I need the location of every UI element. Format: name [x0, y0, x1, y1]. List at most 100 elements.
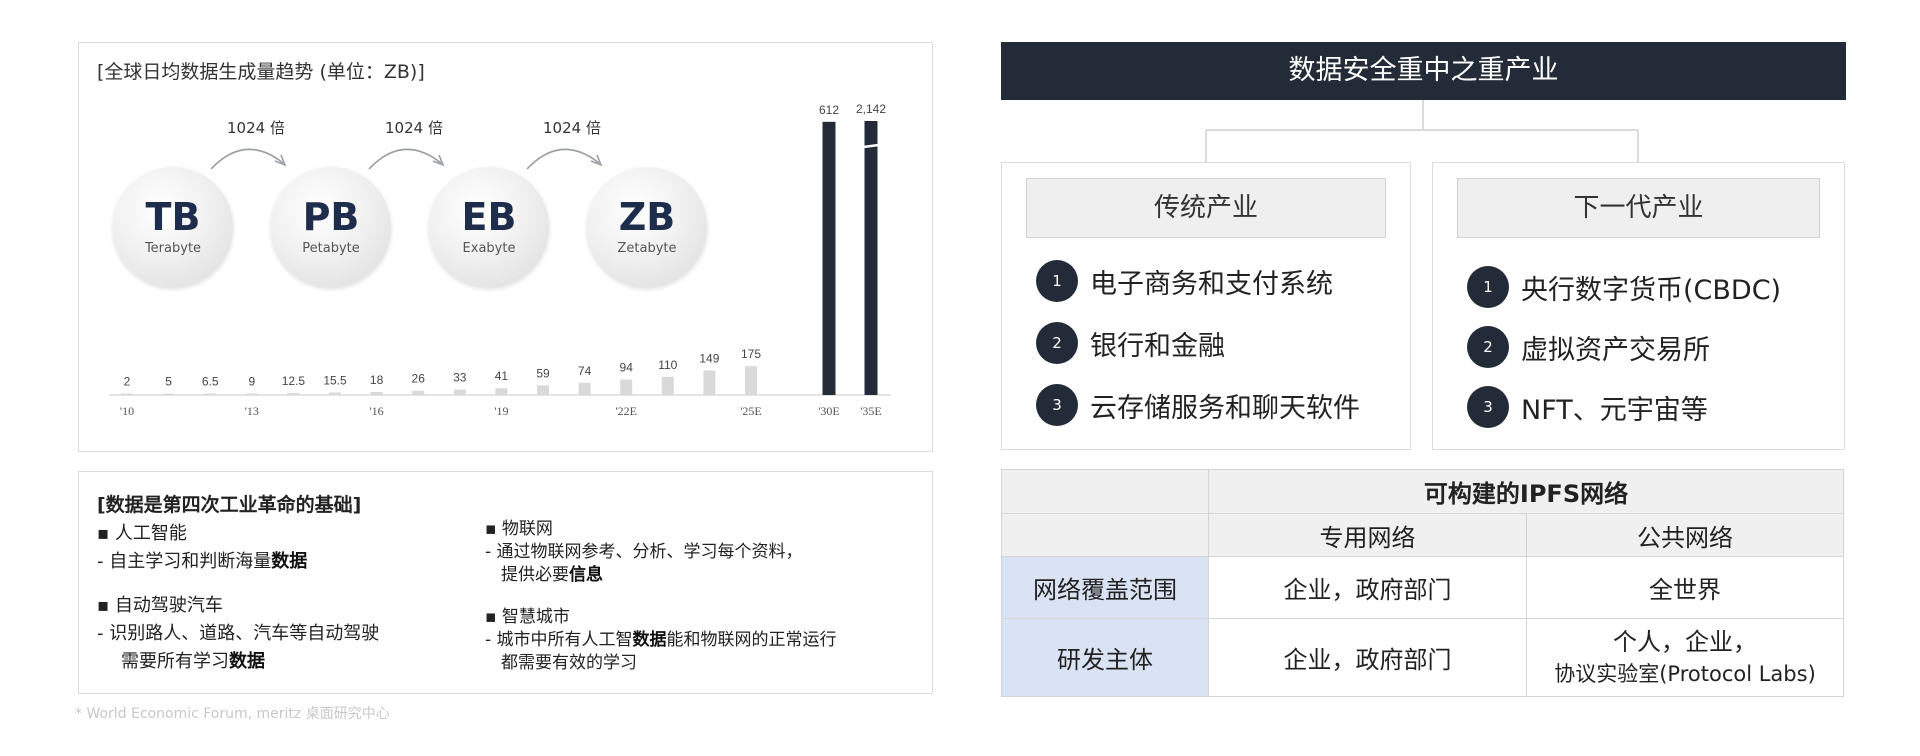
data-growth-chart-panel: 2 '10 5 6.5 9 '13 12.5 15.5 18 '16 26 33 41 '19 59 74 94…: [78, 42, 933, 452]
number-badge: 2: [1467, 326, 1509, 368]
table-title: 可构建的IPFS网络: [1207, 469, 1845, 514]
bar: [822, 121, 836, 396]
tick-label: '13: [245, 404, 259, 418]
list-item: 1 电子商务和支付系统: [1036, 259, 1333, 303]
tick-label: '22E: [615, 404, 637, 418]
item-text: 银行和金融: [1090, 330, 1225, 362]
number-badge: 3: [1467, 386, 1509, 428]
car-title: ▪ 自动驾驶汽车: [97, 595, 223, 616]
table-row: 研发主体 企业，政府部门 个人，企业， 协议实验室(Protocol Labs): [1001, 618, 1845, 697]
multiplier-label: 1024 倍: [227, 119, 285, 137]
table-row: 网络覆盖范围 企业，政府部门 全世界: [1001, 556, 1845, 619]
bar: [162, 393, 175, 395]
info-title: [数据是第四次工业革命的基础]: [97, 494, 362, 516]
number-badge: 3: [1036, 384, 1078, 426]
unit-abbr: TB: [145, 195, 201, 239]
data-label: 5: [165, 375, 172, 389]
source-footnote: * World Economic Forum, meritz 桌面研究中心: [75, 706, 390, 722]
unit-bubble-pb: PB Petabyte: [271, 167, 391, 287]
city-desc-line1: - 城市中所有人工智数据能和物联网的正常运行: [485, 629, 837, 652]
data-label: 110: [658, 358, 677, 372]
item-text: 云存储服务和聊天软件: [1090, 392, 1360, 424]
curved-arrow-icon: [526, 148, 603, 170]
traditional-industry-title: 传统产业: [1026, 178, 1386, 238]
data-label: 9: [248, 375, 255, 389]
list-item: 2 银行和金融: [1036, 321, 1225, 365]
bar: [245, 393, 258, 395]
data-label: 2: [124, 375, 131, 389]
chart-title: [全球日均数据生成量趋势 (单位：ZB)]: [97, 61, 425, 83]
iot-title: ▪ 物联网: [485, 519, 553, 539]
item-text: NFT、元宇宙等: [1521, 394, 1708, 426]
table-row: 可构建的IPFS网络: [1001, 469, 1845, 514]
number-badge: 1: [1467, 266, 1509, 308]
ipfs-network-table: 可构建的IPFS网络 专用网络 公共网络 网络覆盖范围 企业，政府部门 全世界 …: [1001, 469, 1845, 697]
multiplier-label: 1024 倍: [385, 119, 443, 137]
next-gen-industry-box: 下一代产业 1 央行数字货币(CBDC) 2 虚拟资产交易所 3 NFT、元宇宙…: [1432, 162, 1845, 450]
ai-desc-text: - 自主学习和判断海量: [97, 551, 272, 572]
bar: [287, 392, 300, 395]
data-label: 612: [819, 103, 839, 117]
item-text: 央行数字货币(CBDC): [1521, 274, 1782, 306]
data-label: 6.5: [202, 375, 219, 389]
city-desc-text: - 城市中所有人工智: [485, 630, 633, 650]
car-desc-text: 需要所有学习: [121, 651, 229, 672]
bar: [620, 379, 633, 395]
bar: [537, 385, 549, 395]
table-row: 专用网络 公共网络: [1001, 513, 1845, 557]
number-badge: 2: [1036, 322, 1078, 364]
list-item: 1 央行数字货币(CBDC): [1467, 265, 1781, 309]
tick-label: '10: [120, 404, 134, 418]
bar: [703, 370, 716, 395]
number-badge: 1: [1036, 260, 1078, 302]
list-item: 3 云存储服务和聊天软件: [1036, 383, 1360, 427]
row-header: 网络覆盖范围: [1001, 556, 1209, 619]
bar: [661, 376, 674, 395]
table-cell: 全世界: [1525, 556, 1845, 619]
unit-name: Terabyte: [144, 241, 202, 256]
ai-desc-bold: 数据: [271, 551, 308, 572]
bar: [745, 366, 757, 395]
bar: [412, 390, 425, 395]
data-label: 18: [370, 373, 384, 387]
bar: [495, 388, 508, 395]
tick-label: '25E: [740, 404, 762, 418]
ai-block: ▪ 人工智能 - 自主学习和判断海量数据: [97, 520, 307, 576]
city-desc-line2: 都需要有效的学习: [501, 653, 637, 673]
city-title: ▪ 智慧城市: [485, 607, 570, 627]
city-desc-text-post: 能和物联网的正常运行: [666, 630, 837, 650]
data-label: 26: [412, 372, 426, 386]
self-driving-block: ▪ 自动驾驶汽车 - 识别路人、道路、汽车等自动驾驶 需要所有学习数据: [97, 592, 379, 676]
bar: [578, 382, 591, 395]
data-label: 12.5: [282, 374, 306, 388]
traditional-industry-box: 传统产业 1 电子商务和支付系统 2 银行和金融 3 云存储服务和聊天软件: [1001, 162, 1411, 450]
unit-name: Petabyte: [302, 241, 360, 256]
table-cell: 企业，政府部门: [1208, 618, 1527, 697]
curved-arrow-icon: [210, 148, 287, 170]
unit-name: Exabyte: [462, 241, 516, 256]
iot-desc-bold: 信息: [569, 565, 603, 585]
iot-desc-text: 提供必要: [501, 565, 569, 585]
tick-label: '30E: [818, 404, 840, 418]
unit-abbr: ZB: [618, 195, 676, 239]
industrial-revolution-panel: [数据是第四次工业革命的基础] ▪ 人工智能 - 自主学习和判断海量数据 ▪ 自…: [78, 471, 933, 694]
cell-line: 全世界: [1649, 576, 1721, 604]
iot-block: ▪ 物联网 - 通过物联网参考、分析、学习每个资料， 提供必要信息: [485, 518, 803, 587]
data-label: 15.5: [323, 373, 347, 387]
car-desc-bold: 数据: [229, 651, 265, 672]
unit-abbr: PB: [302, 195, 360, 239]
cell-line: 协议实验室(Protocol Labs): [1554, 661, 1816, 686]
iot-desc-line2: 提供必要信息: [485, 564, 803, 587]
bar: [453, 389, 466, 395]
column-header-public: 公共网络: [1525, 513, 1845, 557]
tick-label: '19: [494, 404, 508, 418]
industry-header: 数据安全重中之重产业: [1001, 42, 1846, 100]
item-text: 虚拟资产交易所: [1521, 334, 1710, 366]
data-label: 94: [620, 360, 634, 374]
unit-name: Zetabyte: [617, 241, 677, 256]
cell-line: 个人，企业，: [1613, 627, 1757, 656]
bar: [329, 392, 341, 395]
column-header-private: 专用网络: [1208, 513, 1527, 557]
unit-bubble-tb: TB Terabyte: [113, 167, 233, 287]
ai-title: ▪ 人工智能: [97, 523, 187, 544]
